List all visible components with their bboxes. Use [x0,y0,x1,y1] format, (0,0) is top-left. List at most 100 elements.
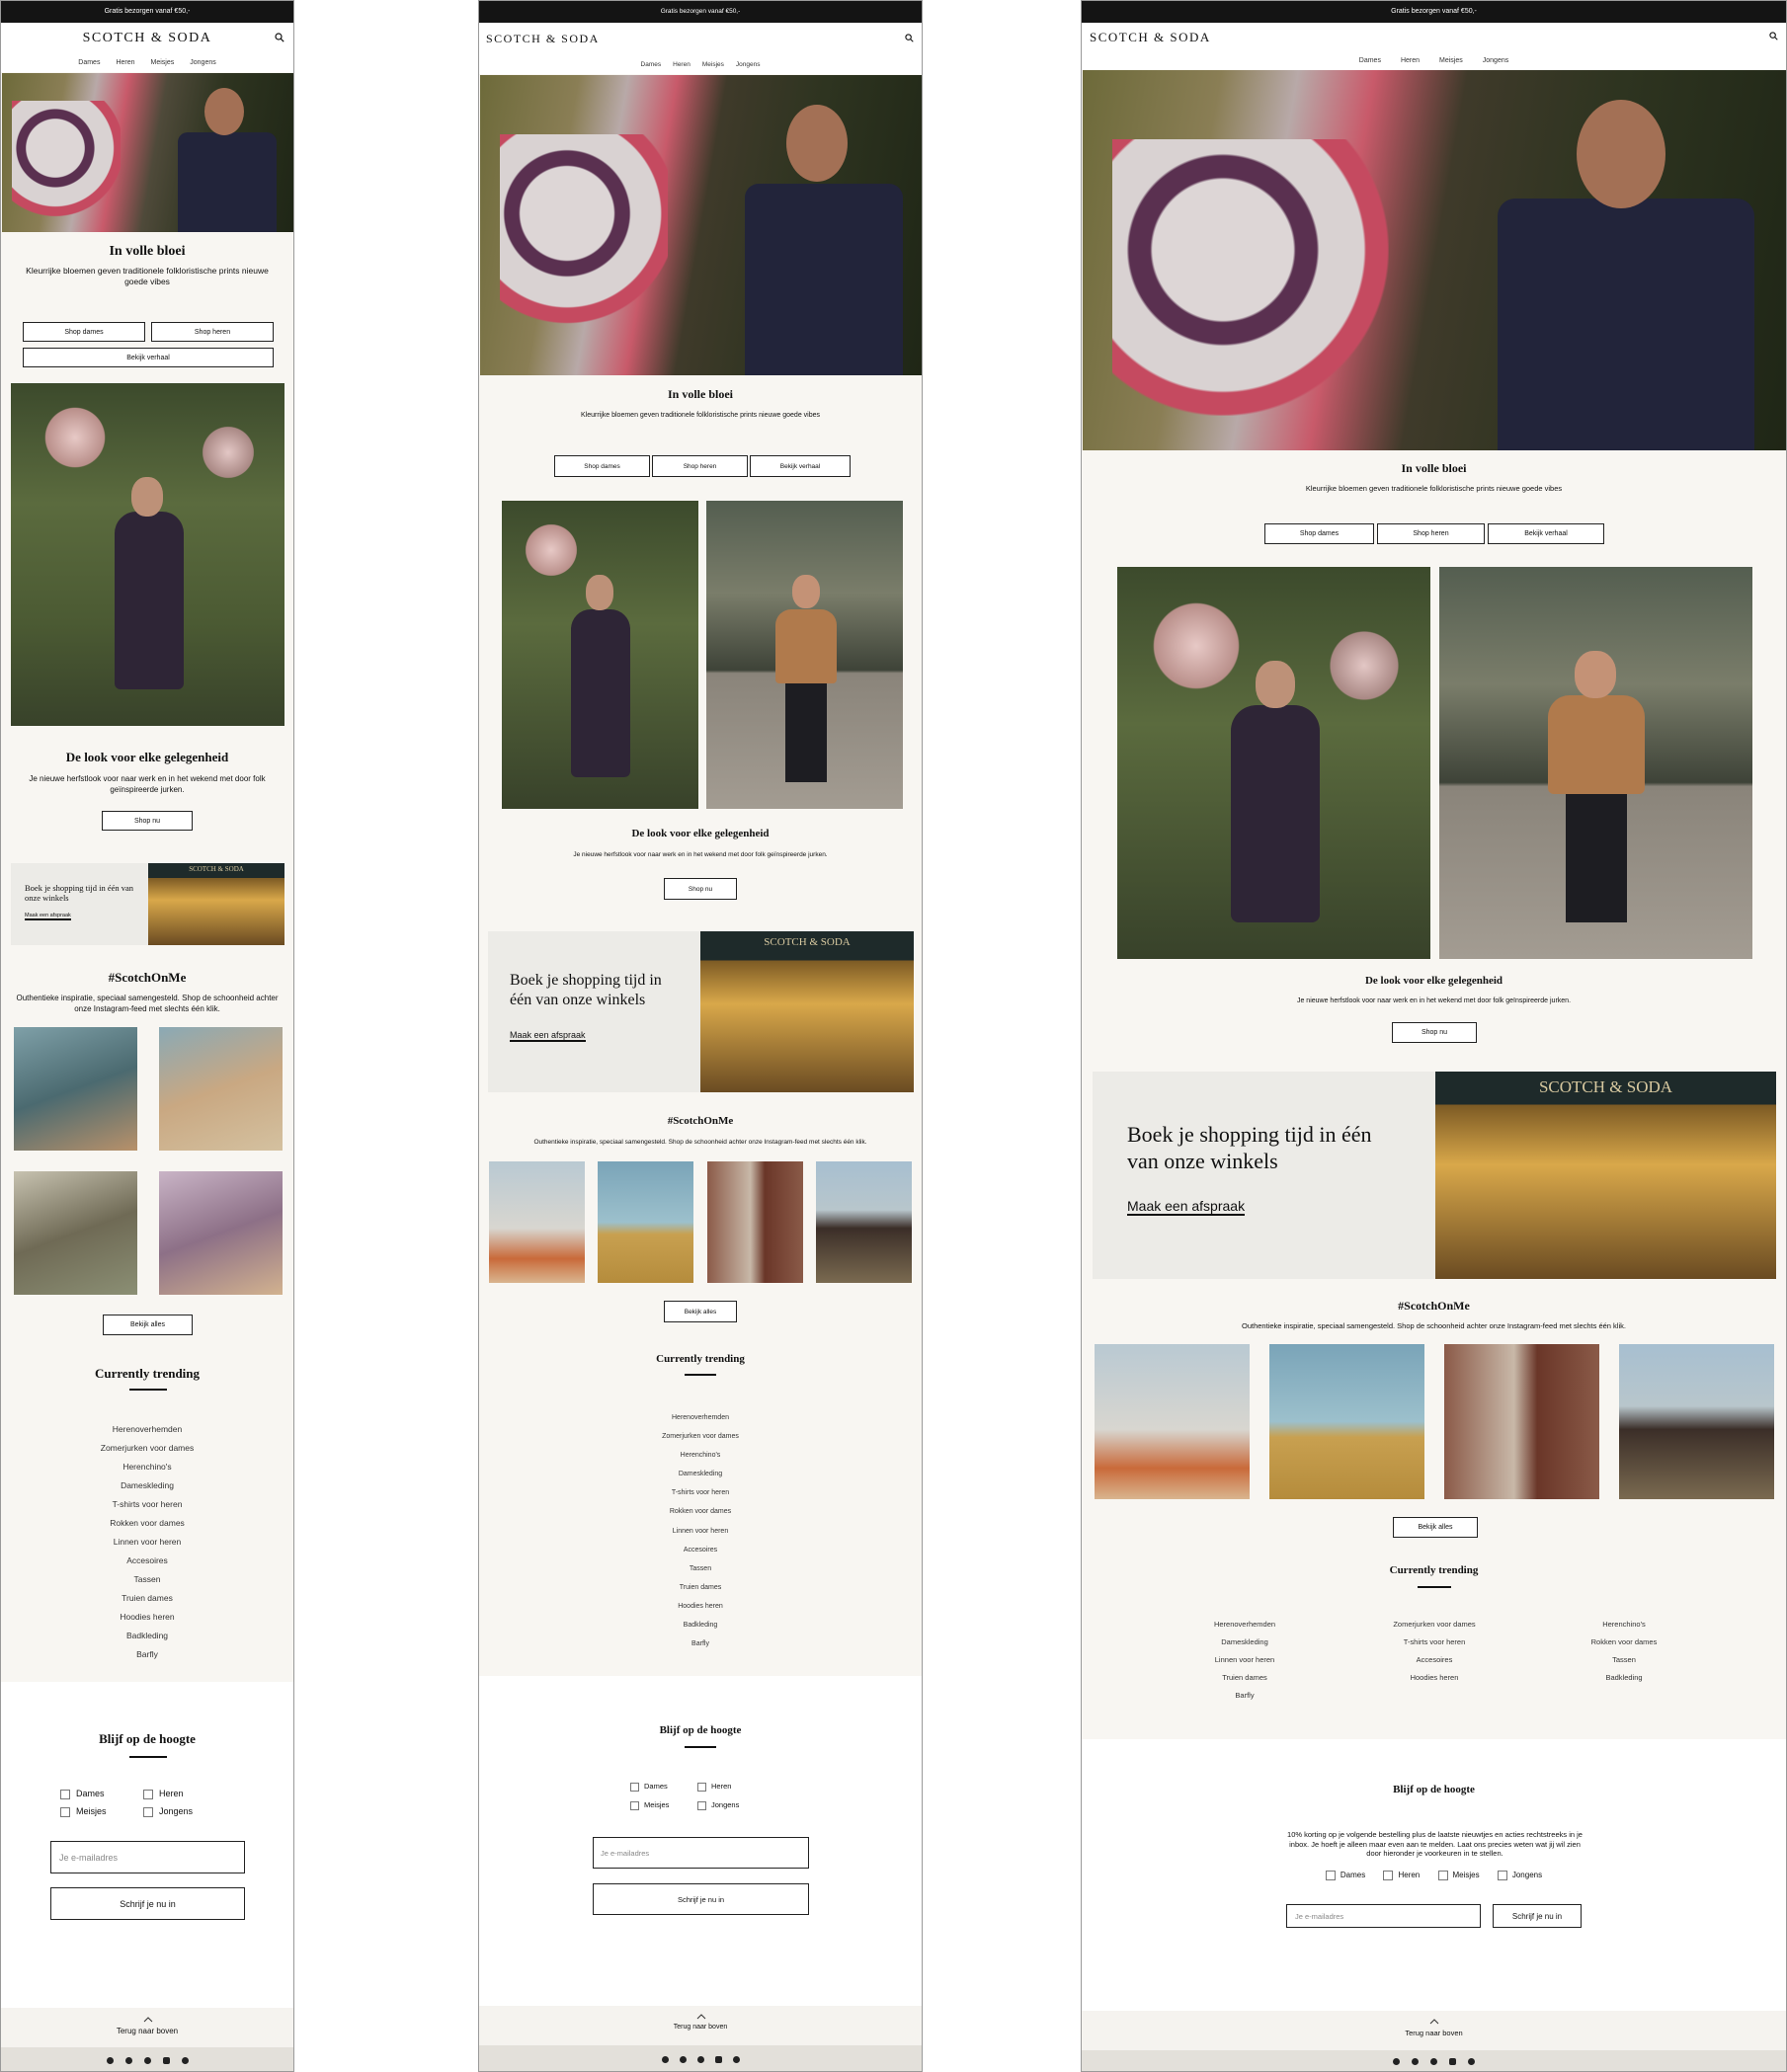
twitter-icon[interactable] [732,2055,740,2063]
trending-item[interactable]: Linnen voor heren [1171,1651,1319,1669]
insta-photo-3[interactable] [14,1171,137,1295]
trending-item[interactable]: Herenoverhemden [1171,1616,1319,1634]
brand-logo[interactable]: SCOTCH & SODA [1090,30,1211,45]
option-dames[interactable]: Dames [1325,1871,1365,1880]
bekijk-verhaal-button[interactable]: Bekijk verhaal [23,348,274,367]
trending-item[interactable]: Dameskleding [1171,1634,1319,1651]
insta-photo-1[interactable] [489,1161,585,1283]
trending-item[interactable]: Dameskleding [479,1465,922,1483]
nav-meisjes[interactable]: Meisjes [1439,57,1463,64]
nav-heren[interactable]: Heren [673,61,690,68]
store-image[interactable]: SCOTCH & SODA [1435,1072,1776,1279]
hero-image[interactable] [2,73,293,232]
trending-item[interactable]: Zomerjurken voor dames [1360,1616,1508,1634]
nav-heren[interactable]: Heren [116,59,134,66]
option-dames[interactable]: Dames [60,1789,105,1799]
facebook-icon[interactable] [661,2055,669,2063]
shop-dames-button[interactable]: Shop dames [554,455,650,477]
insta-photo-1[interactable] [14,1027,137,1151]
shop-heren-button[interactable]: Shop heren [652,455,748,477]
option-jongens[interactable]: Jongens [143,1806,193,1817]
trending-item[interactable]: Truien dames [479,1578,922,1597]
trending-item[interactable]: Rokken voor dames [1550,1634,1698,1651]
brand-logo[interactable]: SCOTCH & SODA [1,31,293,46]
look-image-women[interactable] [502,501,698,809]
trending-item[interactable]: Tassen [479,1559,922,1578]
nav-dames[interactable]: Dames [1359,57,1381,64]
email-input[interactable]: Je e-mailadres [50,1841,245,1873]
insta-photo-2[interactable] [1269,1344,1424,1499]
bekijk-verhaal-button[interactable]: Bekijk verhaal [750,455,851,477]
shop-heren-button[interactable]: Shop heren [151,322,274,342]
trending-item[interactable]: Zomerjurken voor dames [479,1427,922,1446]
look-image-men[interactable] [706,501,903,809]
trending-item[interactable]: T-shirts voor heren [479,1483,922,1502]
store-appointment-link[interactable]: Maak een afspraak [510,1030,586,1042]
option-jongens[interactable]: Jongens [1497,1871,1542,1880]
store-image[interactable]: SCOTCH & SODA [700,931,914,1092]
bekijk-alles-button[interactable]: Bekijk alles [103,1315,193,1335]
trending-item[interactable]: Hoodies heren [1360,1669,1508,1687]
trending-item[interactable]: Rokken voor dames [1,1514,293,1533]
hero-image[interactable] [480,75,922,375]
trending-item[interactable]: Herenoverhemden [1,1420,293,1439]
chevron-up-icon[interactable] [1429,2019,1439,2025]
insta-photo-4[interactable] [1619,1344,1774,1499]
shop-nu-button[interactable]: Shop nu [664,878,737,900]
chevron-up-icon[interactable] [696,2014,706,2020]
store-appointment-link[interactable]: Maak een afspraak [25,913,71,920]
subscribe-button[interactable]: Schrijf je nu in [1493,1904,1582,1928]
insta-photo-3[interactable] [1444,1344,1599,1499]
option-heren[interactable]: Heren [697,1782,731,1792]
facebook-icon[interactable] [1393,2058,1400,2065]
trending-item[interactable]: Hoodies heren [479,1597,922,1616]
insta-photo-4[interactable] [159,1171,283,1295]
trending-item[interactable]: Barfly [1171,1687,1319,1705]
trending-item[interactable]: Truien dames [1171,1669,1319,1687]
trending-item[interactable]: Linnen voor heren [1,1533,293,1552]
store-appointment-link[interactable]: Maak een afspraak [1127,1198,1246,1216]
shop-nu-button[interactable]: Shop nu [1392,1022,1477,1043]
trending-item[interactable]: Herenoverhemden [479,1408,922,1427]
store-image[interactable]: SCOTCH & SODA [148,863,284,945]
trending-item[interactable]: Badkleding [1,1627,293,1645]
youtube-icon[interactable] [714,2055,722,2063]
option-meisjes[interactable]: Meisjes [630,1800,669,1810]
shop-heren-button[interactable]: Shop heren [1377,523,1485,544]
trending-item[interactable]: Zomerjurken voor dames [1,1439,293,1458]
trending-item[interactable]: Barfly [1,1645,293,1664]
trending-item[interactable]: T-shirts voor heren [1,1495,293,1514]
shop-nu-button[interactable]: Shop nu [102,811,193,831]
option-heren[interactable]: Heren [1383,1871,1420,1880]
insta-photo-3[interactable] [707,1161,803,1283]
trending-item[interactable]: Hoodies heren [1,1608,293,1627]
search-icon[interactable] [275,33,284,42]
look-image-men[interactable] [1439,567,1752,959]
search-icon[interactable] [905,34,914,42]
nav-dames[interactable]: Dames [78,59,100,66]
option-meisjes[interactable]: Meisjes [60,1806,107,1817]
nav-dames[interactable]: Dames [641,61,662,68]
back-to-top-link[interactable]: Terug naar boven [479,2024,922,2031]
chevron-up-icon[interactable] [143,2017,153,2023]
shop-dames-button[interactable]: Shop dames [1264,523,1374,544]
trending-item[interactable]: Herenchino's [1550,1616,1698,1634]
option-heren[interactable]: Heren [143,1789,184,1799]
shop-dames-button[interactable]: Shop dames [23,322,145,342]
facebook-icon[interactable] [106,2056,114,2064]
search-icon[interactable] [1769,32,1778,40]
trending-item[interactable]: Accesoires [479,1541,922,1559]
nav-heren[interactable]: Heren [1401,57,1420,64]
trending-item[interactable]: Badkleding [1550,1669,1698,1687]
trending-item[interactable]: Badkleding [479,1616,922,1634]
trending-item[interactable]: Accesoires [1360,1651,1508,1669]
option-dames[interactable]: Dames [630,1782,668,1792]
trending-item[interactable]: Herenchino's [479,1446,922,1465]
trending-item[interactable]: Barfly [479,1634,922,1653]
subscribe-button[interactable]: Schrijf je nu in [593,1883,809,1915]
hero-image[interactable] [1083,70,1786,450]
back-to-top-link[interactable]: Terug naar boven [1082,2029,1786,2037]
nav-meisjes[interactable]: Meisjes [151,59,175,66]
nav-jongens[interactable]: Jongens [1483,57,1508,64]
brand-logo[interactable]: SCOTCH & SODA [486,32,600,46]
